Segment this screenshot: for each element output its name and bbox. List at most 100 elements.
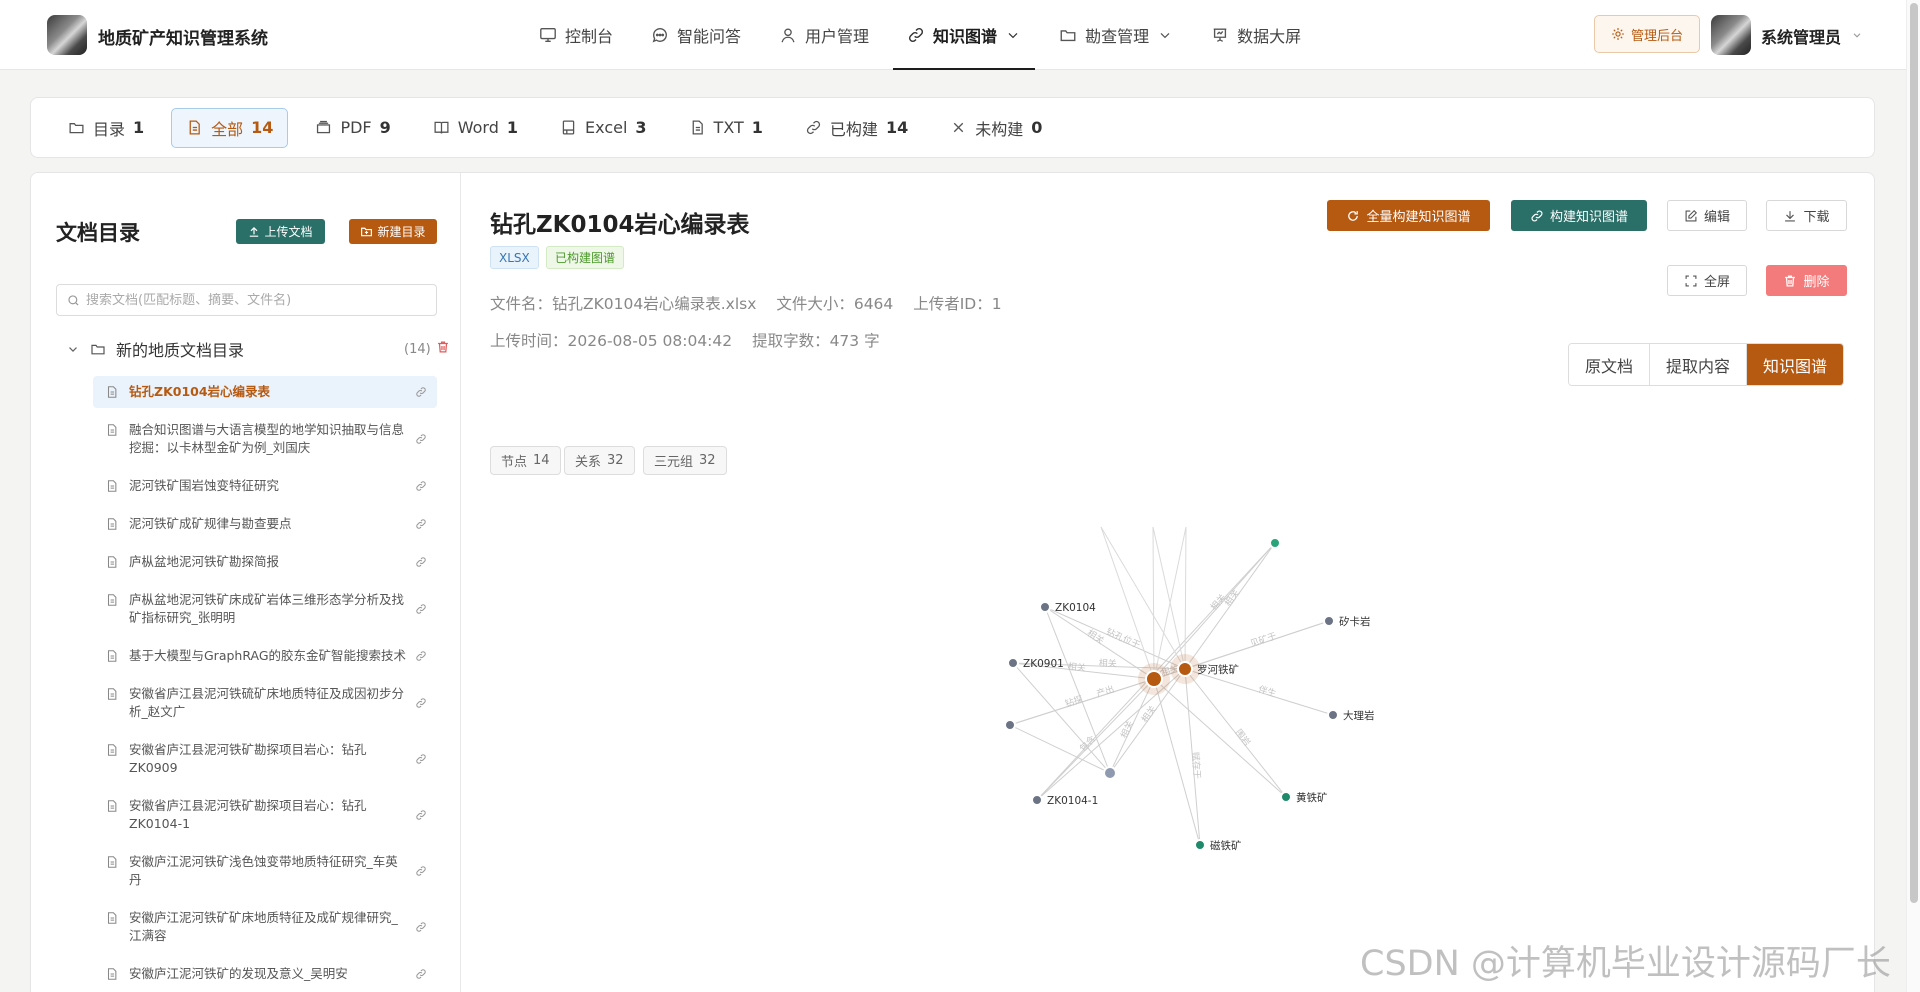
avatar[interactable] — [1711, 15, 1751, 55]
doc-list-item[interactable]: 庐枞盆地泥河铁矿床成矿岩体三维形态学分析及找矿指标研究_张明明 — [93, 584, 437, 634]
graph-node-skarn[interactable]: 矽卡岩 — [1323, 615, 1371, 628]
scrollbar-thumb[interactable] — [1910, 3, 1918, 903]
graph-node-dot[interactable] — [1177, 661, 1193, 677]
graph-node-marble[interactable]: 大理岩 — [1327, 709, 1375, 722]
doc-list-item[interactable]: 庐枞盆地泥河铁矿勘探简报 — [93, 546, 437, 578]
chevron-down-icon[interactable] — [1851, 29, 1863, 41]
admin-console-button[interactable]: 管理后台 — [1594, 15, 1700, 53]
doc-search-input[interactable] — [86, 292, 426, 308]
tree-root-folder[interactable]: 新的地质文档目录 (14) — [66, 336, 450, 362]
link-icon[interactable] — [415, 697, 427, 709]
graph-node-lower[interactable] — [1103, 766, 1117, 780]
chevron-down-icon[interactable] — [66, 342, 80, 356]
doc-title: 安徽庐江泥河铁矿浅色蚀变带地质特征研究_车英丹 — [129, 854, 398, 887]
edit-button[interactable]: 编辑 — [1667, 200, 1747, 231]
doc-list-item[interactable]: 泥河铁矿围岩蚀变特征研究 — [93, 470, 437, 502]
link-icon[interactable] — [415, 480, 427, 492]
doc-list-item[interactable]: 钻孔ZK0104岩心编录表 — [93, 376, 437, 408]
filter-tab-directory[interactable]: 目录 1 — [53, 108, 159, 148]
link-icon[interactable] — [415, 386, 427, 398]
filter-tab-built[interactable]: 已构建 14 — [790, 108, 923, 148]
doc-list-item[interactable]: 安徽庐江泥河铁矿的发现及意义_吴明安 — [93, 958, 437, 990]
link-icon[interactable] — [415, 518, 427, 530]
link-icon[interactable] — [415, 753, 427, 765]
filter-tab-txt[interactable]: TXT 1 — [674, 108, 778, 148]
graph-node-magnetite[interactable]: 磁铁矿 — [1194, 839, 1242, 852]
tab-knowledge-graph[interactable]: 知识图谱 — [1747, 344, 1844, 385]
download-button[interactable]: 下载 — [1766, 200, 1847, 231]
build-graph-button[interactable]: 构建知识图谱 — [1511, 200, 1647, 231]
graph-node-zk0901[interactable]: ZK0901 — [1007, 657, 1064, 670]
doc-list-item[interactable]: 安徽省庐江县泥河铁矿勘探项目岩心：钻孔ZK0104-1 — [93, 790, 437, 840]
chevron-down-icon — [1008, 32, 1018, 39]
graph-node-dot[interactable] — [1194, 839, 1206, 851]
graph-node-leftmid[interactable] — [1004, 719, 1016, 731]
knowledge-graph-canvas[interactable]: 相关相关钻探相关包含相关见矿于伴生围岩赋存于相关相关钻孔位于相关产出相关ZK01… — [931, 463, 1491, 883]
nav-item-users[interactable]: 用户管理 — [765, 0, 883, 70]
trash-icon[interactable] — [436, 340, 450, 354]
file-icon — [105, 911, 119, 925]
graph-node-dot[interactable] — [1103, 766, 1117, 780]
link-icon[interactable] — [415, 603, 427, 615]
graph-edge — [1152, 526, 1186, 670]
nav-item-qa[interactable]: 智能问答 — [637, 0, 755, 70]
nav-item-knowledge-graph[interactable]: 知识图谱 — [893, 0, 1036, 70]
user-icon — [781, 28, 795, 43]
link-icon[interactable] — [415, 809, 427, 821]
tab-original-document[interactable]: 原文档 — [1569, 344, 1651, 385]
app-logo[interactable] — [47, 15, 87, 55]
graph-node-center[interactable] — [1138, 663, 1170, 695]
doc-list-item[interactable]: 安徽省庐江县泥河铁硫矿床地质特征及成因初步分析_赵文广 — [93, 678, 437, 728]
graph-node-dot[interactable] — [1039, 601, 1051, 613]
graph-node-dot[interactable] — [1007, 657, 1019, 669]
filter-tab-pdf[interactable]: PDF 9 — [300, 108, 405, 148]
nav-item-bigscreen[interactable]: 数据大屏 — [1197, 0, 1315, 70]
user-name[interactable]: 系统管理员 — [1761, 24, 1841, 48]
graph-node-pyrite[interactable]: 黄铁矿 — [1280, 791, 1328, 804]
doc-list-item[interactable]: 基于大模型与GraphRAG的胶东金矿智能搜索技术 — [93, 640, 437, 672]
doc-list-item[interactable]: 泥河铁矿成矿规律与勘查要点 — [93, 508, 437, 540]
doc-list-item[interactable]: 安徽庐江泥河铁矿矿床地质特征及成矿规律研究_江满容 — [93, 902, 437, 952]
graph-node-zk0104_1[interactable]: ZK0104-1 — [1031, 794, 1098, 807]
graph-node-dot[interactable] — [1280, 791, 1292, 803]
full-build-graph-button[interactable]: 全量构建知识图谱 — [1327, 200, 1490, 231]
doc-list-item[interactable]: 安徽庐江泥河铁矿浅色蚀变带地质特征研究_车英丹 — [93, 846, 437, 896]
nav-item-exploration[interactable]: 勘查管理 — [1045, 0, 1187, 70]
sidebar-title: 文档目录 — [56, 221, 140, 245]
graph-node-luohe[interactable]: 罗河铁矿 — [1170, 654, 1239, 684]
doc-search-box[interactable] — [56, 284, 437, 316]
nav-item-dashboard[interactable]: 控制台 — [525, 0, 627, 70]
filter-tab-word[interactable]: Word 1 — [418, 108, 533, 148]
graph-node-dot[interactable] — [1004, 719, 1016, 731]
graph-node-dot[interactable] — [1269, 537, 1281, 549]
doc-title: 庐枞盆地泥河铁矿床成矿岩体三维形态学分析及找矿指标研究_张明明 — [129, 592, 405, 625]
graph-edge-label: 相关 — [1098, 657, 1116, 670]
link-icon[interactable] — [415, 865, 427, 877]
graph-node-zk0104[interactable]: ZK0104 — [1039, 601, 1096, 614]
link-icon[interactable] — [415, 556, 427, 568]
filter-tab-all[interactable]: 全部 14 — [171, 107, 289, 148]
doc-title: 安徽省庐江县泥河铁矿勘探项目岩心：钻孔ZK0909 — [129, 742, 367, 775]
graph-edge — [1152, 526, 1155, 680]
graph-node-dot[interactable] — [1323, 615, 1335, 627]
link-icon[interactable] — [415, 433, 427, 445]
delete-button[interactable]: 删除 — [1766, 265, 1847, 296]
doc-list-item[interactable]: 安徽省庐江县泥河铁矿勘探项目岩心：钻孔ZK0909 — [93, 734, 437, 784]
page-scrollbar[interactable] — [1906, 0, 1920, 992]
new-directory-button[interactable]: 新建目录 — [349, 219, 437, 244]
fullscreen-button[interactable]: 全屏 — [1667, 265, 1747, 296]
graph-node-dot[interactable] — [1031, 794, 1043, 806]
tab-extracted-content[interactable]: 提取内容 — [1650, 344, 1748, 385]
file-type-badge: XLSX — [490, 246, 539, 269]
link-icon[interactable] — [415, 650, 427, 662]
upload-document-button[interactable]: 上传文档 — [236, 219, 325, 244]
link-icon — [806, 120, 821, 135]
filter-tab-unbuilt[interactable]: 未构建 0 — [935, 108, 1057, 148]
graph-node-top[interactable] — [1269, 537, 1281, 549]
link-icon[interactable] — [415, 968, 427, 980]
filter-tab-excel[interactable]: Excel 3 — [545, 108, 662, 148]
graph-node-dot[interactable] — [1145, 670, 1163, 688]
graph-node-dot[interactable] — [1327, 709, 1339, 721]
doc-list-item[interactable]: 融合知识图谱与大语言模型的地学知识抽取与信息挖掘：以卡林型金矿为例_刘国庆 — [93, 414, 437, 464]
link-icon[interactable] — [415, 921, 427, 933]
